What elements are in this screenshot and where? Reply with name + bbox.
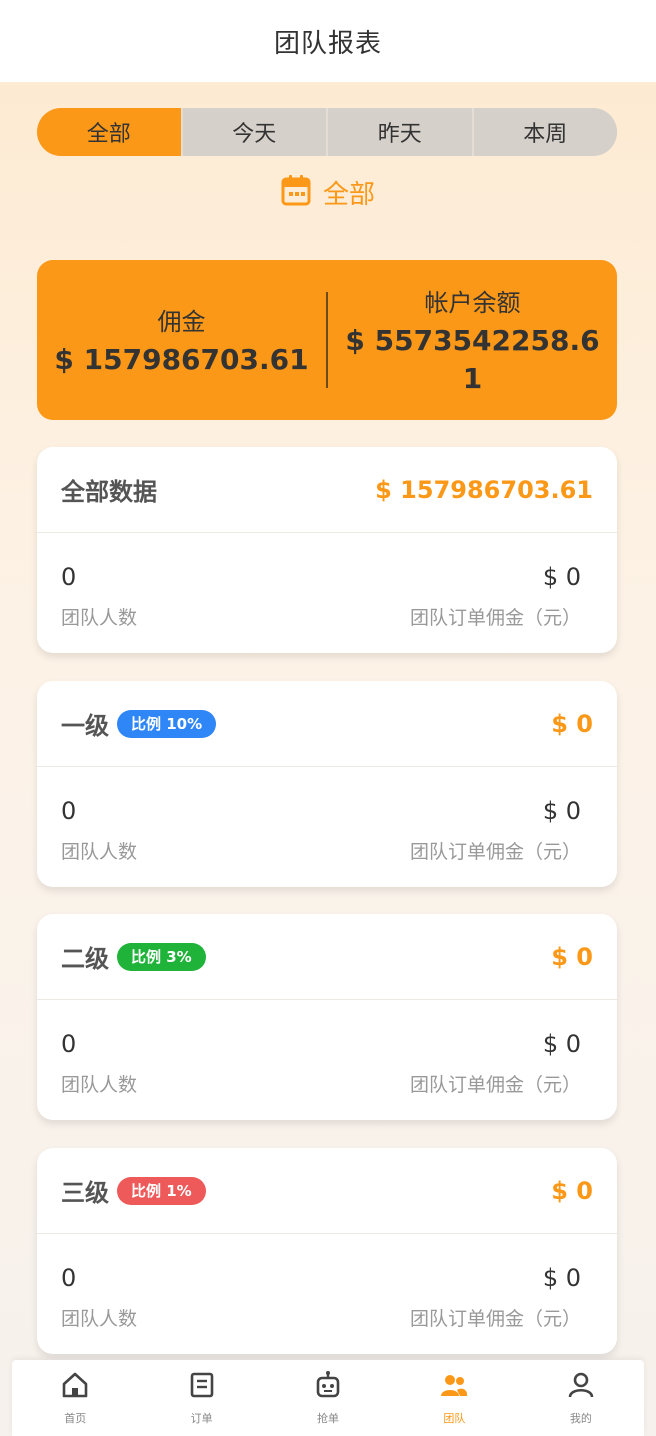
team-icon: [439, 1370, 469, 1404]
card-level-2: 二级 比例 3% $ 0 0 团队人数 $ 0 团队订单佣金（元）: [37, 914, 617, 1120]
nav-grab-order-label: 抢单: [317, 1412, 340, 1425]
team-count-value: 0: [61, 797, 77, 825]
nav-team-label: 团队: [443, 1412, 466, 1425]
nav-orders-label: 订单: [190, 1412, 213, 1425]
team-count-value: 0: [61, 1030, 77, 1058]
home-icon: [60, 1370, 90, 1404]
calendar-icon: [281, 174, 311, 210]
card-body: 0 团队人数 $ 0 团队订单佣金（元）: [37, 767, 617, 887]
user-icon: [566, 1370, 596, 1404]
card-amount: $ 0: [551, 709, 593, 738]
ratio-badge: 比例 3%: [117, 942, 206, 971]
team-commission-label: 团队订单佣金（元）: [409, 607, 581, 629]
tab-this-week[interactable]: 本周: [471, 108, 617, 156]
card-level-1: 一级 比例 10% $ 0 0 团队人数 $ 0 团队订单佣金（元）: [37, 681, 617, 887]
nav-profile[interactable]: 我的: [518, 1360, 644, 1436]
period-tabs: 全部 今天 昨天 本周: [37, 108, 617, 156]
card-body: 0 团队人数 $ 0 团队订单佣金（元）: [37, 1234, 617, 1354]
commission-label: 佣金: [157, 307, 206, 336]
date-range-label: 全部: [322, 179, 375, 210]
balance-summary: 帐户余额 $ 5573542258.61: [328, 260, 617, 420]
summary-card: 佣金 $ 157986703.61 帐户余额 $ 5573542258.61: [37, 260, 617, 420]
card-all-data: 全部数据 $ 157986703.61 0 团队人数 $ 0 团队订单佣金（元）: [37, 447, 617, 653]
ratio-badge: 比例 10%: [117, 709, 217, 738]
card-amount: $ 157986703.61: [375, 475, 593, 504]
balance-value: $ 5573542258.61: [345, 323, 600, 395]
team-commission-label: 团队订单佣金（元）: [409, 1074, 581, 1096]
orders-icon: [187, 1370, 217, 1404]
page-title: 团队报表: [273, 28, 382, 59]
card-level-3: 三级 比例 1% $ 0 0 团队人数 $ 0 团队订单佣金（元）: [37, 1148, 617, 1354]
bottom-nav: 首页 订单 抢单 团队 我的: [12, 1360, 644, 1436]
card-title: 三级: [61, 1179, 109, 1207]
card-header: 一级 比例 10% $ 0: [37, 681, 617, 767]
card-amount: $ 0: [551, 942, 593, 971]
card-header: 三级 比例 1% $ 0: [37, 1148, 617, 1234]
robot-icon: [313, 1370, 343, 1404]
balance-label: 帐户余额: [424, 288, 521, 317]
nav-grab-order[interactable]: 抢单: [265, 1360, 391, 1436]
page-header: 团队报表: [0, 0, 656, 82]
card-title: 一级: [61, 712, 109, 740]
card-title: 全部数据: [61, 478, 157, 506]
team-count-label: 团队人数: [61, 841, 138, 863]
ratio-badge: 比例 1%: [117, 1176, 206, 1205]
team-commission-value: $ 0: [542, 797, 581, 825]
card-amount: $ 0: [551, 1176, 593, 1205]
card-body: 0 团队人数 $ 0 团队订单佣金（元）: [37, 533, 617, 653]
tab-all[interactable]: 全部: [37, 108, 181, 156]
team-count-label: 团队人数: [61, 607, 138, 629]
team-commission-label: 团队订单佣金（元）: [409, 1308, 581, 1330]
team-count-value: 0: [61, 1264, 77, 1292]
team-commission-value: $ 0: [542, 1264, 581, 1292]
team-commission-label: 团队订单佣金（元）: [409, 841, 581, 863]
tab-today[interactable]: 今天: [180, 108, 326, 156]
team-commission-value: $ 0: [542, 563, 581, 591]
team-commission-value: $ 0: [542, 1030, 581, 1058]
card-header: 全部数据 $ 157986703.61: [37, 447, 617, 533]
card-title: 二级: [61, 945, 109, 973]
card-body: 0 团队人数 $ 0 团队订单佣金（元）: [37, 1000, 617, 1120]
nav-profile-label: 我的: [569, 1412, 592, 1425]
card-header: 二级 比例 3% $ 0: [37, 914, 617, 1000]
nav-home-label: 首页: [64, 1412, 87, 1425]
team-count-label: 团队人数: [61, 1074, 138, 1096]
nav-home[interactable]: 首页: [12, 1360, 138, 1436]
commission-value: $ 157986703.61: [54, 342, 309, 376]
nav-orders[interactable]: 订单: [138, 1360, 264, 1436]
tab-yesterday[interactable]: 昨天: [326, 108, 472, 156]
date-range-picker[interactable]: 全部: [0, 170, 656, 214]
team-count-value: 0: [61, 563, 77, 591]
team-count-label: 团队人数: [61, 1308, 138, 1330]
nav-team[interactable]: 团队: [391, 1360, 517, 1436]
commission-summary: 佣金 $ 157986703.61: [37, 260, 326, 420]
